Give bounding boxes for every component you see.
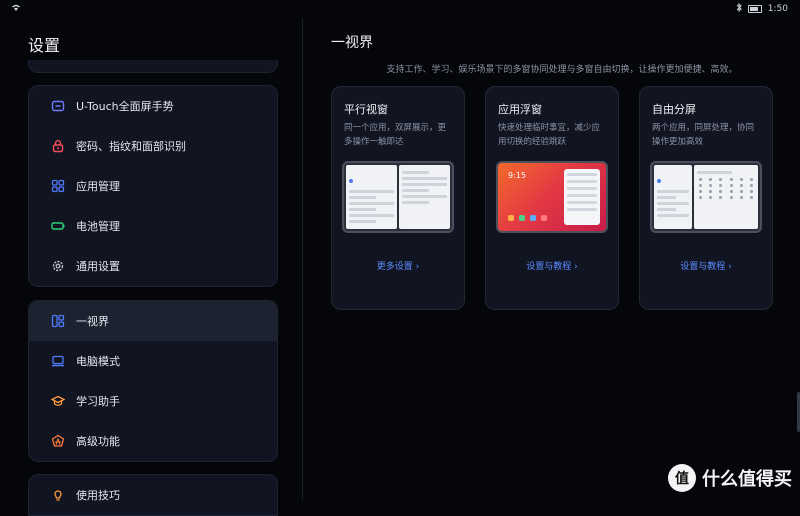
feature-card-floating-window[interactable]: 应用浮窗 快速处理临时事宜，减少应用切换的经验跳跃 9:15 设置与教程 › [485,86,619,310]
sidebar-item-advanced[interactable]: 高级功能 [29,421,277,461]
page-title: 一视界 [331,35,373,51]
detail-panel: 一视界 支持工作、学习、娱乐场景下的多窗协同处理与多窗自由切换，让操作更加便捷、… [303,18,800,500]
bluetooth-icon [736,2,742,15]
lock-icon [51,139,65,153]
settings-title: 设置 [28,36,61,55]
preview-time: 9:15 [508,171,526,180]
feature-card-parallel-window[interactable]: 平行视窗 同一个应用，双屏展示，更多操作一触即达 更多设置 › [331,86,465,310]
settings-group-features: 一视界 电脑模式 学习助手 高级功能 [28,300,278,462]
battery-status-icon [747,5,762,13]
watermark-text: 什么值得买 [702,469,792,490]
sidebar-item-label: 密码、指纹和面部识别 [76,140,186,153]
watermark: 值 什么值得买 [668,464,792,492]
parallel-window-preview [342,161,454,233]
status-bar: 1:50 [0,0,800,18]
settings-tutorial-link[interactable]: 设置与教程 › [640,259,772,272]
feature-title: 自由分屏 [652,103,696,116]
split-screen-preview [650,161,762,233]
advanced-icon [51,434,65,448]
laptop-icon [51,354,65,368]
sidebar-item-label: 通用设置 [76,260,120,273]
sidebar-item-general[interactable]: 通用设置 [29,246,277,286]
sidebar-item-label: U-Touch全面屏手势 [76,100,174,113]
sidebar-card-top-partial [28,60,278,73]
feature-title: 应用浮窗 [498,103,542,116]
feature-card-split-screen[interactable]: 自由分屏 两个应用，同屏处理，协同操作更加高效 设置与教程 › [639,86,773,310]
sidebar-item-utouch[interactable]: U-Touch全面屏手势 [29,86,277,126]
gear-icon [51,259,65,273]
sidebar-item-pc-mode[interactable]: 电脑模式 [29,341,277,381]
sidebar-item-study[interactable]: 学习助手 [29,381,277,421]
settings-sidebar: 设置 U-Touch全面屏手势 密码、指纹和面部识别 应用管理 电池管理 通用设… [0,18,302,516]
sidebar-item-label: 电脑模式 [76,355,120,368]
floating-window-preview: 9:15 [496,161,608,233]
sidebar-item-yishijie[interactable]: 一视界 [29,301,277,341]
sidebar-item-tips[interactable]: 使用技巧 [29,475,277,515]
sidebar-item-label: 应用管理 [76,180,120,193]
sidebar-item-label: 一视界 [76,315,109,328]
sidebar-item-label: 高级功能 [76,435,120,448]
battery-icon [51,219,65,233]
feature-title: 平行视窗 [344,103,388,116]
feature-description: 同一个应用，双屏展示，更多操作一触即达 [344,123,447,147]
split-view-icon [51,314,65,328]
sidebar-item-password[interactable]: 密码、指纹和面部识别 [29,126,277,166]
feature-description: 快速处理临时事宜，减少应用切换的经验跳跃 [498,123,601,147]
apps-icon [51,179,65,193]
sidebar-item-label: 电池管理 [76,220,120,233]
wifi-icon [12,4,20,14]
graduation-cap-icon [51,394,65,408]
sidebar-item-battery[interactable]: 电池管理 [29,206,277,246]
watermark-logo: 值 [668,464,696,492]
more-settings-link[interactable]: 更多设置 › [332,259,464,272]
gesture-icon [51,99,65,113]
settings-group-system: U-Touch全面屏手势 密码、指纹和面部识别 应用管理 电池管理 通用设置 [28,85,278,287]
status-time: 1:50 [767,4,788,14]
sidebar-item-label: 使用技巧 [76,489,120,502]
feature-description: 两个应用，同屏处理，协同操作更加高效 [652,123,755,147]
settings-group-tips: 使用技巧 [28,474,278,516]
sidebar-item-label: 学习助手 [76,395,120,408]
page-description: 支持工作、学习、娱乐场景下的多窗协同处理与多窗自由切换，让操作更加便捷、高效。 [386,65,738,75]
sidebar-item-apps[interactable]: 应用管理 [29,166,277,206]
settings-tutorial-link[interactable]: 设置与教程 › [486,259,618,272]
